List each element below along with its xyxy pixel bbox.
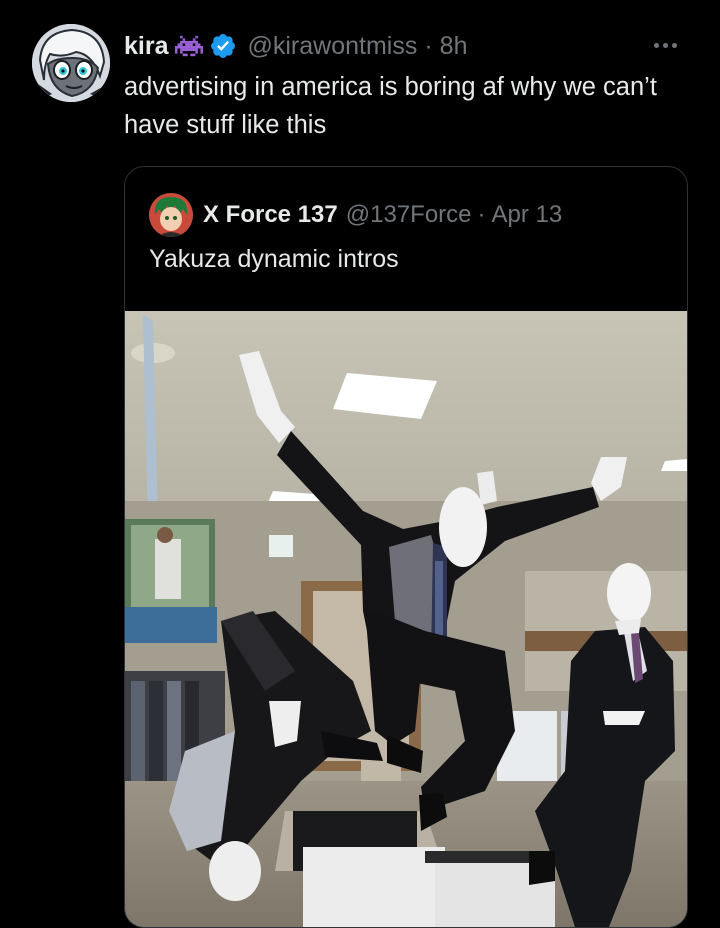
quoted-author-avatar[interactable] — [149, 193, 193, 237]
quoted-media-photo[interactable] — [125, 311, 687, 927]
post-timestamp[interactable]: 8h — [440, 32, 468, 61]
quoted-tweet-card[interactable]: X Force 137 @137Force · Apr 13 Yakuza dy… — [124, 166, 688, 928]
tweet-header: kira @kirawontmiss · 8h — [124, 26, 704, 66]
author-handle[interactable]: @kirawontmiss — [247, 32, 417, 61]
quoted-display-name[interactable]: X Force 137 — [203, 201, 338, 229]
tweet: kira @kirawontmiss · 8h advertising in a… — [0, 0, 720, 928]
quoted-tweet-text: Yakuza dynamic intros — [149, 245, 399, 273]
quoted-date[interactable]: Apr 13 — [492, 201, 563, 229]
author-display-name[interactable]: kira — [124, 32, 168, 61]
quoted-handle[interactable]: @137Force — [346, 201, 472, 229]
more-options-icon[interactable] — [654, 34, 688, 56]
tweet-text: advertising in america is boring af why … — [124, 73, 657, 139]
author-avatar[interactable] — [32, 24, 110, 102]
verified-badge-icon[interactable] — [209, 32, 237, 60]
separator-dot: · — [477, 201, 486, 228]
separator-dot: · — [424, 31, 433, 60]
alien-monster-icon — [175, 32, 204, 60]
quoted-tweet-header: X Force 137 @137Force · Apr 13 — [203, 195, 562, 235]
